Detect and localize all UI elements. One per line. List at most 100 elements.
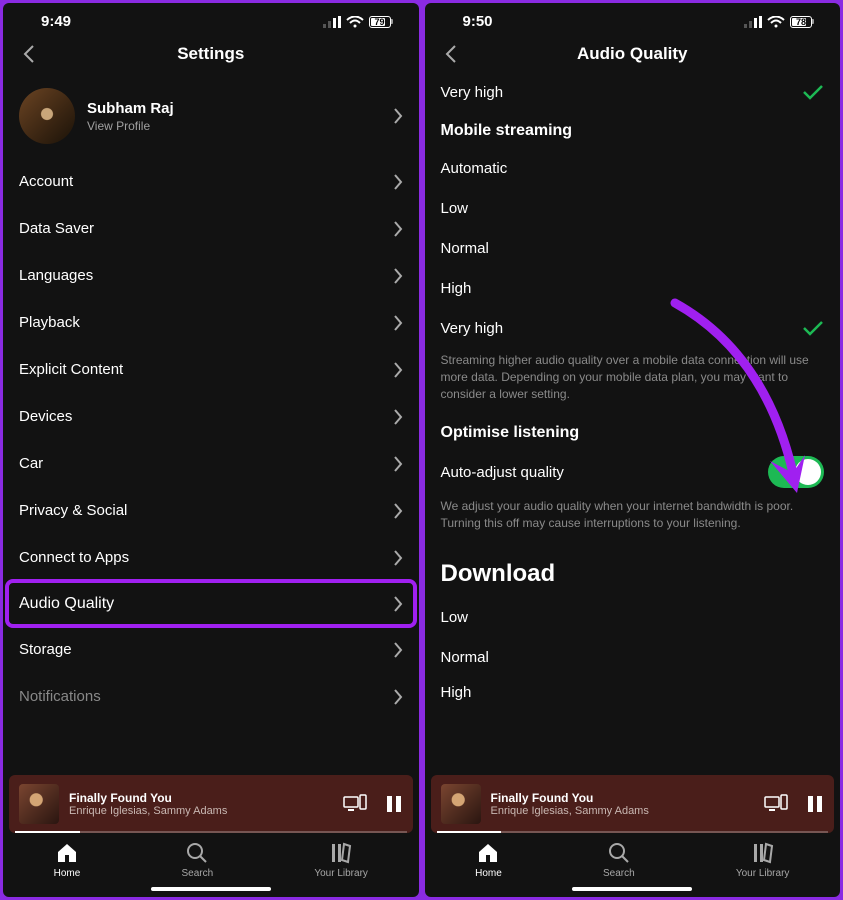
status-time: 9:49: [41, 13, 71, 30]
setting-storage[interactable]: Storage: [19, 626, 403, 673]
search-icon: [607, 841, 631, 865]
setting-account[interactable]: Account: [19, 158, 403, 205]
chevron-right-icon: [393, 642, 403, 658]
status-indicators: 79: [323, 16, 393, 28]
nav-search[interactable]: Search: [603, 841, 635, 879]
chevron-right-icon: [393, 268, 403, 284]
nav-home[interactable]: Home: [475, 841, 502, 879]
chevron-right-icon: [393, 689, 403, 705]
now-playing-bar[interactable]: Finally Found You Enrique Iglesias, Samm…: [431, 775, 835, 833]
streaming-help-text: Streaming higher audio quality over a mo…: [441, 352, 825, 402]
nav-library[interactable]: Your Library: [314, 841, 368, 879]
library-icon: [751, 841, 775, 865]
setting-privacy-social[interactable]: Privacy & Social: [19, 487, 403, 534]
chevron-right-icon: [393, 596, 403, 612]
section-download: Download: [441, 560, 825, 588]
profile-row[interactable]: Subham Raj View Profile: [19, 74, 403, 158]
status-indicators: 78: [744, 16, 814, 28]
chevron-right-icon: [393, 174, 403, 190]
library-icon: [329, 841, 353, 865]
profile-name: Subham Raj: [87, 100, 381, 117]
avatar: [19, 88, 75, 144]
home-icon: [476, 841, 500, 865]
devices-icon[interactable]: [764, 794, 788, 814]
settings-content: Subham Raj View Profile Account Data Sav…: [3, 74, 419, 775]
setting-notifications[interactable]: Notifications: [19, 673, 403, 720]
setting-devices[interactable]: Devices: [19, 393, 403, 440]
profile-subtitle: View Profile: [87, 119, 381, 133]
chevron-right-icon: [393, 315, 403, 331]
home-indicator[interactable]: [151, 887, 271, 891]
chevron-right-icon: [393, 221, 403, 237]
option-low[interactable]: Low: [441, 188, 825, 228]
download-option-normal[interactable]: Normal: [441, 638, 825, 678]
track-artist: Enrique Iglesias, Sammy Adams: [69, 805, 333, 817]
battery-indicator: 78: [790, 16, 814, 28]
setting-playback[interactable]: Playback: [19, 299, 403, 346]
option-automatic[interactable]: Automatic: [441, 148, 825, 188]
download-option-high[interactable]: High: [441, 678, 825, 708]
status-bar: 9:50 78: [425, 3, 841, 34]
chevron-right-icon: [393, 108, 403, 124]
track-title: Finally Found You: [491, 791, 755, 805]
section-optimise-listening: Optimise listening: [441, 424, 825, 442]
setting-car[interactable]: Car: [19, 440, 403, 487]
signal-icon: [744, 16, 762, 28]
auto-adjust-toggle[interactable]: [768, 456, 824, 488]
nav-search[interactable]: Search: [181, 841, 213, 879]
progress-fill: [437, 831, 502, 833]
option-very-high-wifi[interactable]: Very high: [441, 74, 825, 110]
wifi-icon: [346, 16, 364, 28]
option-very-high[interactable]: Very high: [441, 308, 825, 348]
wifi-icon: [767, 16, 785, 28]
download-option-low[interactable]: Low: [441, 598, 825, 638]
phone-left-settings: 9:49 79 Settings Subham Raj View Profile…: [3, 3, 419, 897]
devices-icon[interactable]: [343, 794, 367, 814]
auto-adjust-row: Auto-adjust quality: [441, 450, 825, 494]
search-icon: [185, 841, 209, 865]
checkmark-icon: [802, 84, 824, 100]
chevron-right-icon: [393, 456, 403, 472]
album-art: [19, 784, 59, 824]
setting-data-saver[interactable]: Data Saver: [19, 205, 403, 252]
track-artist: Enrique Iglesias, Sammy Adams: [491, 805, 755, 817]
auto-adjust-label: Auto-adjust quality: [441, 464, 564, 481]
back-button[interactable]: [17, 42, 41, 66]
back-button[interactable]: [439, 42, 463, 66]
page-title: Settings: [3, 44, 419, 64]
battery-indicator: 79: [369, 16, 393, 28]
signal-icon: [323, 16, 341, 28]
chevron-right-icon: [393, 550, 403, 566]
auto-adjust-help-text: We adjust your audio quality when your i…: [441, 498, 825, 532]
checkmark-icon: [802, 320, 824, 336]
album-art: [441, 784, 481, 824]
progress-fill: [15, 831, 80, 833]
bottom-nav: Home Search Your Library: [3, 833, 419, 883]
chevron-right-icon: [393, 503, 403, 519]
pause-icon[interactable]: [806, 794, 824, 814]
nav-home[interactable]: Home: [54, 841, 81, 879]
audio-quality-content: Very high Mobile streaming Automatic Low…: [425, 74, 841, 775]
setting-audio-quality-highlighted[interactable]: Audio Quality: [5, 579, 417, 628]
status-bar: 9:49 79: [3, 3, 419, 34]
home-icon: [55, 841, 79, 865]
page-header: Settings: [3, 34, 419, 74]
track-title: Finally Found You: [69, 791, 333, 805]
chevron-right-icon: [393, 362, 403, 378]
status-time: 9:50: [463, 13, 493, 30]
chevron-right-icon: [393, 409, 403, 425]
setting-explicit-content[interactable]: Explicit Content: [19, 346, 403, 393]
option-high[interactable]: High: [441, 268, 825, 308]
setting-connect-to-apps[interactable]: Connect to Apps: [19, 534, 403, 581]
bottom-nav: Home Search Your Library: [425, 833, 841, 883]
home-indicator[interactable]: [572, 887, 692, 891]
page-header: Audio Quality: [425, 34, 841, 74]
pause-icon[interactable]: [385, 794, 403, 814]
option-normal[interactable]: Normal: [441, 228, 825, 268]
nav-library[interactable]: Your Library: [736, 841, 790, 879]
setting-languages[interactable]: Languages: [19, 252, 403, 299]
now-playing-bar[interactable]: Finally Found You Enrique Iglesias, Samm…: [9, 775, 413, 833]
page-title: Audio Quality: [425, 44, 841, 64]
phone-right-audio-quality: 9:50 78 Audio Quality Very high Mobile s…: [425, 3, 841, 897]
section-mobile-streaming: Mobile streaming: [441, 122, 825, 140]
